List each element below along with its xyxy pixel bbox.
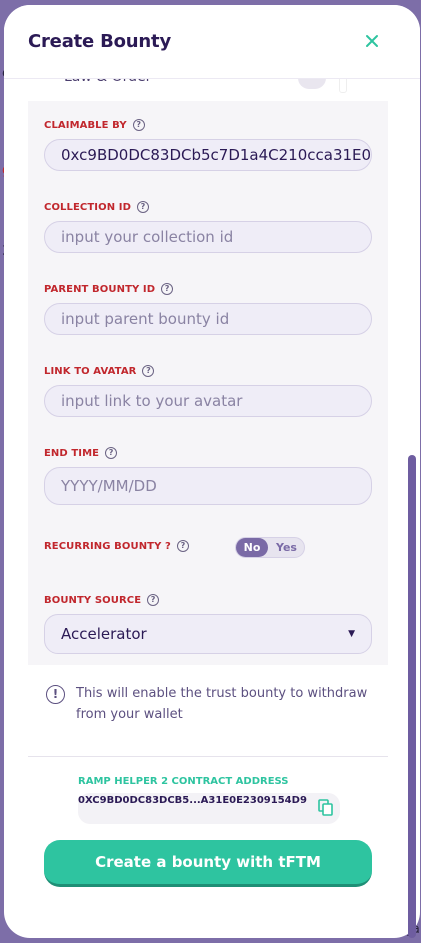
help-icon[interactable]: ? bbox=[132, 119, 145, 131]
help-icon[interactable]: ? bbox=[136, 201, 149, 213]
help-icon[interactable]: ? bbox=[142, 365, 155, 377]
end-time-input[interactable]: YYYY/MM/DD bbox=[44, 467, 372, 505]
bounty-source-select[interactable]: Accelerator ▼ bbox=[44, 614, 372, 654]
toggle-option-yes[interactable]: Yes bbox=[276, 538, 297, 557]
copy-icon[interactable] bbox=[318, 799, 334, 817]
modal-header: Create Bounty bbox=[4, 5, 420, 79]
close-icon[interactable] bbox=[362, 31, 382, 51]
recurring-bounty-label: RECURRING BOUNTY ?? bbox=[44, 540, 189, 552]
contract-address-label: RAMP HELPER 2 CONTRACT ADDRESS bbox=[78, 776, 289, 787]
create-bounty-modal: Create Bounty Law & Order CLAIMABLE BY? … bbox=[4, 5, 420, 938]
modal-title: Create Bounty bbox=[28, 31, 171, 52]
claimable-by-label: CLAIMABLE BY? bbox=[44, 119, 145, 131]
claimable-by-input[interactable]: 0xc9BD0DC83DCb5c7D1a4C210cca31E0E2 bbox=[44, 139, 372, 171]
chevron-down-icon: ▼ bbox=[348, 629, 355, 639]
end-time-label: END TIME? bbox=[44, 447, 118, 459]
bounty-form: CLAIMABLE BY? 0xc9BD0DC83DCb5c7D1a4C210c… bbox=[28, 101, 388, 665]
collection-id-input[interactable]: input your collection id bbox=[44, 221, 372, 253]
contract-address-value: 0XC9BD0DC83DCB5...A31E0E2309154D9 bbox=[78, 795, 307, 806]
toggle-option-no[interactable]: No bbox=[236, 538, 268, 557]
parent-bounty-id-label: PARENT BOUNTY ID? bbox=[44, 283, 174, 295]
help-icon[interactable]: ? bbox=[147, 594, 160, 606]
info-icon: ! bbox=[46, 685, 65, 704]
collection-id-label: COLLECTION ID? bbox=[44, 201, 149, 213]
contract-address-box: 0XC9BD0DC83DCB5...A31E0E2309154D9 bbox=[78, 793, 340, 824]
recurring-bounty-toggle[interactable]: No Yes bbox=[235, 537, 305, 558]
help-icon[interactable]: ? bbox=[176, 540, 189, 552]
create-bounty-button[interactable]: Create a bounty with tFTM bbox=[44, 840, 372, 887]
help-icon[interactable]: ? bbox=[161, 283, 174, 295]
parent-bounty-id-input[interactable]: input parent bounty id bbox=[44, 303, 372, 335]
info-text: This will enable the trust bounty to wit… bbox=[76, 686, 368, 722]
bounty-source-value: Accelerator bbox=[61, 625, 147, 643]
bounty-source-label: BOUNTY SOURCE? bbox=[44, 594, 160, 606]
help-icon[interactable]: ? bbox=[105, 447, 118, 459]
scrollbar[interactable] bbox=[408, 455, 416, 938]
link-to-avatar-label: LINK TO AVATAR? bbox=[44, 365, 155, 377]
link-to-avatar-input[interactable]: input link to your avatar bbox=[44, 385, 372, 417]
divider bbox=[28, 756, 388, 757]
